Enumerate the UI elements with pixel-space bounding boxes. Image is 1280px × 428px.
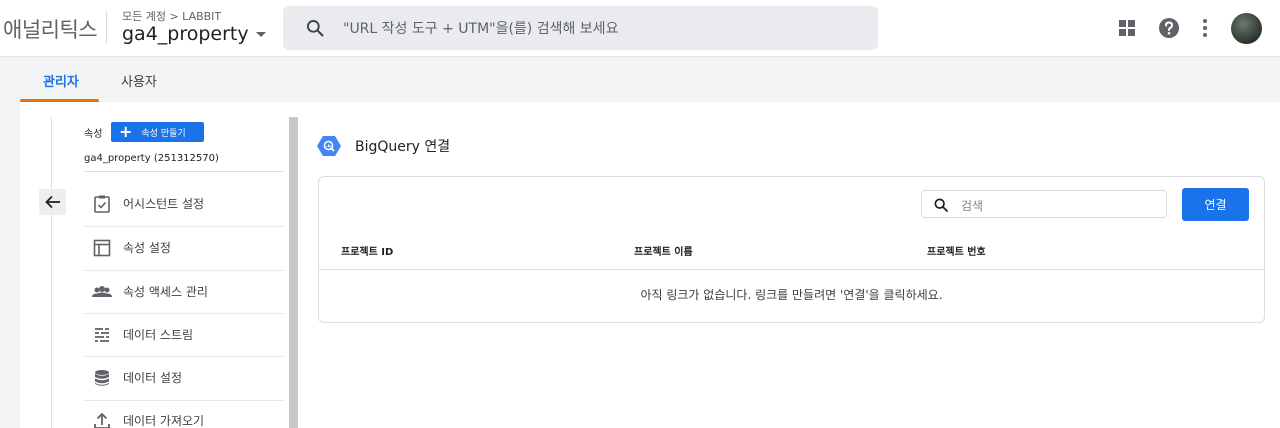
people-icon — [91, 281, 113, 303]
sidebar-item-label: 데이터 설정 — [123, 371, 183, 385]
sidebar-divider — [51, 117, 52, 428]
sidebar-item-label: 데이터 가져오기 — [123, 414, 205, 428]
links-search-input[interactable]: 검색 — [921, 190, 1167, 218]
back-button[interactable] — [39, 189, 66, 215]
search-bar[interactable]: "URL 작성 도구 + UTM"을(를) 검색해 보세요 — [283, 6, 878, 50]
sidebar-item-assistant-settings[interactable]: 어시스턴트 설정 — [84, 182, 284, 225]
sidebar-item-property-access[interactable]: 속성 액세스 관리 — [84, 270, 284, 313]
avatar[interactable] — [1231, 13, 1262, 44]
sidebar-scrollbar[interactable] — [289, 117, 298, 428]
sidebar-item-property-settings[interactable]: 속성 설정 — [84, 226, 284, 269]
search-icon — [307, 20, 324, 37]
column-header-project-name[interactable]: 프로젝트 이름 — [634, 243, 693, 258]
top-app-bar: 애널리틱스 모든 계정 > LABBIT ga4_property "URL 작… — [0, 0, 1280, 57]
tab-bar: 관리자 사용자 — [0, 57, 1280, 102]
sidebar-item-data-settings[interactable]: 데이터 설정 — [84, 356, 284, 399]
tab-user[interactable]: 사용자 — [121, 71, 157, 90]
sidebar-item-label: 데이터 스트림 — [123, 328, 194, 342]
column-header-project-id[interactable]: 프로젝트 ID — [341, 243, 393, 258]
search-placeholder: "URL 작성 도구 + UTM"을(를) 검색해 보세요 — [343, 21, 619, 37]
breadcrumb[interactable]: 모든 계정 > LABBIT — [122, 8, 221, 24]
more-vert-icon[interactable] — [1198, 17, 1212, 39]
header-divider — [106, 11, 107, 44]
app-name: 애널리틱스 — [3, 18, 98, 42]
page-title: BigQuery 연결 — [355, 139, 451, 155]
help-icon[interactable] — [1158, 17, 1180, 39]
create-property-label: 속성 만들기 — [141, 128, 186, 139]
sidebar-item-data-streams[interactable]: 데이터 스트림 — [84, 313, 284, 356]
search-placeholder: 검색 — [961, 199, 984, 213]
caret-down-icon — [255, 31, 266, 37]
property-selector[interactable]: ga4_property — [122, 23, 266, 45]
sidebar-item-label: 속성 액세스 관리 — [123, 285, 208, 299]
streams-icon — [91, 324, 113, 346]
sidebar-item-data-import[interactable]: 데이터 가져오기 — [84, 400, 284, 428]
search-icon — [934, 198, 948, 212]
column-header-project-number[interactable]: 프로젝트 번호 — [927, 243, 986, 258]
empty-state-message: 아직 링크가 없습니다. 링크를 만들려면 '연결'을 클릭하세요. — [640, 288, 943, 302]
database-icon — [91, 367, 113, 389]
create-property-button[interactable]: + 속성 만들기 — [111, 122, 204, 142]
property-name: ga4_property — [122, 23, 249, 45]
sidebar-item-label: 속성 설정 — [123, 241, 171, 255]
connect-button[interactable]: 연결 — [1182, 188, 1249, 221]
arrow-back-icon — [44, 195, 60, 209]
upload-icon — [91, 410, 113, 428]
property-section-label: 속성 — [84, 129, 103, 140]
tab-admin[interactable]: 관리자 — [43, 71, 79, 90]
apps-grid-icon[interactable] — [1117, 18, 1137, 38]
bigquery-icon — [317, 136, 341, 156]
plus-icon: + — [119, 122, 133, 141]
property-id: ga4_property (251312570) — [84, 153, 219, 164]
clipboard-check-icon — [91, 193, 113, 215]
table-header-divider — [318, 269, 1265, 270]
sidebar-item-label: 어시스턴트 설정 — [123, 197, 205, 211]
property-divider — [84, 171, 284, 172]
layout-icon — [91, 237, 113, 259]
